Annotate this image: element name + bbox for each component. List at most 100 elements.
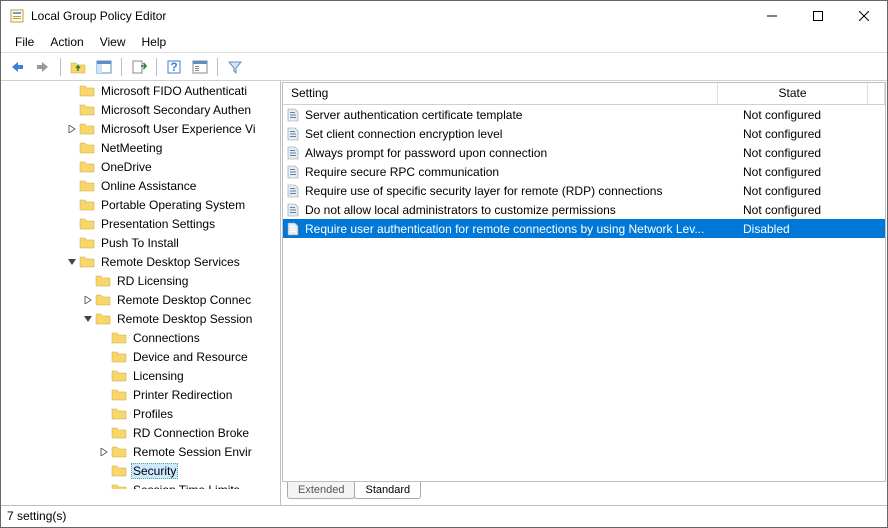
list-row[interactable]: Require secure RPC communicationNot conf… [283,162,885,181]
policy-icon [285,221,301,237]
tree-node[interactable]: Connections [1,328,280,347]
expand-icon[interactable] [65,122,79,136]
column-header-extra[interactable] [868,83,885,104]
twisty-spacer [65,160,79,174]
setting-state: Disabled [735,222,885,236]
collapse-icon[interactable] [81,312,95,326]
tree-node[interactable]: Remote Desktop Services [1,252,280,271]
tree-node[interactable]: Remote Desktop Connec [1,290,280,309]
twisty-spacer [65,141,79,155]
collapse-icon[interactable] [65,255,79,269]
status-bar: 7 setting(s) [1,505,887,527]
twisty-spacer [97,369,111,383]
tree-node-label: Session Time Limits [131,482,242,490]
menu-view[interactable]: View [92,33,134,51]
twisty-spacer [65,236,79,250]
tree-node[interactable]: Portable Operating System [1,195,280,214]
folder-icon [79,103,95,117]
list-view[interactable]: Server authentication certificate templa… [283,105,885,464]
list-row[interactable]: Server authentication certificate templa… [283,105,885,124]
tree-node[interactable]: Remote Desktop Session [1,309,280,328]
tab-extended[interactable]: Extended [287,482,355,499]
list-row[interactable]: Set client connection encryption levelNo… [283,124,885,143]
titlebar[interactable]: Local Group Policy Editor [1,1,887,31]
export-list-button[interactable] [127,56,151,78]
folder-icon [79,122,95,136]
tree-node-label: Remote Session Envir [131,444,254,460]
tree-node[interactable]: OneDrive [1,157,280,176]
forward-button[interactable] [31,56,55,78]
view-tabs: Extended Standard [281,483,887,505]
body: Microsoft FIDO Authenticati Microsoft Sec… [1,81,887,505]
tree-node[interactable]: Session Time Limits [1,480,280,489]
tree-node-label: Remote Desktop Session [115,311,254,327]
tree-node[interactable]: Security [1,461,280,480]
tree-node-label: Microsoft User Experience Vi [99,121,258,137]
folder-icon [111,331,127,345]
tree-node[interactable]: Push To Install [1,233,280,252]
filter-button[interactable] [223,56,247,78]
folder-icon [79,84,95,98]
folder-icon [111,445,127,459]
menu-file[interactable]: File [7,33,42,51]
list-row[interactable]: Always prompt for password upon connecti… [283,143,885,162]
tree-node[interactable]: RD Connection Broke [1,423,280,442]
menu-help[interactable]: Help [134,33,175,51]
tab-standard[interactable]: Standard [354,482,421,499]
menu-action[interactable]: Action [42,33,91,51]
tree-node-label: OneDrive [99,159,154,175]
tree-node[interactable]: Microsoft Secondary Authen [1,100,280,119]
twisty-spacer [65,103,79,117]
expand-icon[interactable] [81,293,95,307]
tree-node[interactable]: RD Licensing [1,271,280,290]
tree-node[interactable]: Licensing [1,366,280,385]
tree-node[interactable]: Remote Session Envir [1,442,280,461]
expand-icon[interactable] [97,445,111,459]
up-button[interactable] [66,56,90,78]
setting-state: Not configured [735,184,885,198]
tree-view[interactable]: Microsoft FIDO Authenticati Microsoft Sec… [1,81,280,489]
help-button[interactable]: ? [162,56,186,78]
list-row[interactable]: Do not allow local administrators to cus… [283,200,885,219]
close-button[interactable] [841,1,887,31]
tree-node-label: Remote Desktop Connec [115,292,253,308]
list-row[interactable]: Require user authentication for remote c… [283,219,885,238]
tree-node[interactable]: Microsoft FIDO Authenticati [1,81,280,100]
tree-node[interactable]: Online Assistance [1,176,280,195]
tree-pane: Microsoft FIDO Authenticati Microsoft Sec… [1,81,281,505]
twisty-spacer [65,84,79,98]
folder-icon [111,369,127,383]
setting-state: Not configured [735,146,885,160]
folder-icon [111,388,127,402]
back-button[interactable] [5,56,29,78]
folder-icon [95,312,111,326]
tree-node[interactable]: Printer Redirection [1,385,280,404]
folder-icon [79,255,95,269]
tree-node-label: Connections [131,330,202,346]
minimize-button[interactable] [749,1,795,31]
folder-icon [111,464,127,478]
maximize-button[interactable] [795,1,841,31]
show-hide-tree-button[interactable] [92,56,116,78]
app-window: Local Group Policy Editor File Action Vi… [0,0,888,528]
column-header-state[interactable]: State [718,83,868,104]
tree-node[interactable]: NetMeeting [1,138,280,157]
setting-name: Require secure RPC communication [305,165,735,179]
list-row[interactable]: Require use of specific security layer f… [283,181,885,200]
properties-button[interactable] [188,56,212,78]
twisty-spacer [97,350,111,364]
tree-node-label: Device and Resource [131,349,250,365]
tree-node[interactable]: Microsoft User Experience Vi [1,119,280,138]
tree-node-label: NetMeeting [99,140,164,156]
tree-node[interactable]: Device and Resource [1,347,280,366]
folder-icon [79,179,95,193]
twisty-spacer [65,179,79,193]
tree-node[interactable]: Profiles [1,404,280,423]
tree-node[interactable]: Presentation Settings [1,214,280,233]
list-hscrollbar[interactable] [283,464,885,481]
folder-icon [95,274,111,288]
twisty-spacer [97,388,111,402]
tree-hscrollbar[interactable] [1,489,280,505]
tree-node-label: Microsoft Secondary Authen [99,102,253,118]
column-header-setting[interactable]: Setting [283,83,718,104]
